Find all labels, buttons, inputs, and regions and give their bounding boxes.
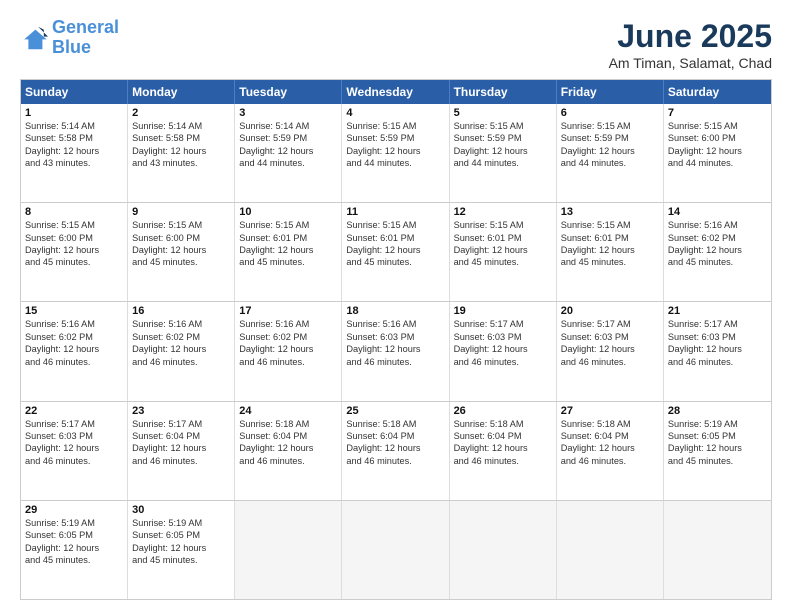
week-row-5: 29 Sunrise: 5:19 AMSunset: 6:05 PMDaylig… [21, 500, 771, 599]
cell-jun30: 30 Sunrise: 5:19 AMSunset: 6:05 PMDaylig… [128, 501, 235, 599]
cell-jun28: 28 Sunrise: 5:19 AMSunset: 6:05 PMDaylig… [664, 402, 771, 500]
cell-jun25: 25 Sunrise: 5:18 AMSunset: 6:04 PMDaylig… [342, 402, 449, 500]
cell-empty-5 [664, 501, 771, 599]
cell-jun29: 29 Sunrise: 5:19 AMSunset: 6:05 PMDaylig… [21, 501, 128, 599]
cell-jun12: 12 Sunrise: 5:15 AMSunset: 6:01 PMDaylig… [450, 203, 557, 301]
calendar-header: Sunday Monday Tuesday Wednesday Thursday… [21, 80, 771, 104]
cell-jun4: 4 Sunrise: 5:15 AMSunset: 5:59 PMDayligh… [342, 104, 449, 202]
cell-jun19: 19 Sunrise: 5:17 AMSunset: 6:03 PMDaylig… [450, 302, 557, 400]
logo-line2: Blue [52, 37, 91, 57]
cell-jun23: 23 Sunrise: 5:17 AMSunset: 6:04 PMDaylig… [128, 402, 235, 500]
cell-jun26: 26 Sunrise: 5:18 AMSunset: 6:04 PMDaylig… [450, 402, 557, 500]
cell-jun6: 6 Sunrise: 5:15 AMSunset: 5:59 PMDayligh… [557, 104, 664, 202]
cell-jun3: 3 Sunrise: 5:14 AMSunset: 5:59 PMDayligh… [235, 104, 342, 202]
header-tuesday: Tuesday [235, 80, 342, 104]
calendar-title: June 2025 [609, 18, 772, 55]
cell-jun13: 13 Sunrise: 5:15 AMSunset: 6:01 PMDaylig… [557, 203, 664, 301]
page: General Blue June 2025 Am Timan, Salamat… [0, 0, 792, 612]
cell-jun11: 11 Sunrise: 5:15 AMSunset: 6:01 PMDaylig… [342, 203, 449, 301]
cell-jun14: 14 Sunrise: 5:16 AMSunset: 6:02 PMDaylig… [664, 203, 771, 301]
cell-jun1: 1 Sunrise: 5:14 AMSunset: 5:58 PMDayligh… [21, 104, 128, 202]
calendar-body: 1 Sunrise: 5:14 AMSunset: 5:58 PMDayligh… [21, 104, 771, 599]
cell-jun22: 22 Sunrise: 5:17 AMSunset: 6:03 PMDaylig… [21, 402, 128, 500]
cell-empty-3 [450, 501, 557, 599]
week-row-3: 15 Sunrise: 5:16 AMSunset: 6:02 PMDaylig… [21, 301, 771, 400]
cell-jun2: 2 Sunrise: 5:14 AMSunset: 5:58 PMDayligh… [128, 104, 235, 202]
cell-jun27: 27 Sunrise: 5:18 AMSunset: 6:04 PMDaylig… [557, 402, 664, 500]
logo-text: General Blue [52, 18, 119, 58]
cell-empty-4 [557, 501, 664, 599]
title-block: June 2025 Am Timan, Salamat, Chad [609, 18, 772, 71]
header-friday: Friday [557, 80, 664, 104]
header-thursday: Thursday [450, 80, 557, 104]
cell-jun18: 18 Sunrise: 5:16 AMSunset: 6:03 PMDaylig… [342, 302, 449, 400]
cell-empty-2 [342, 501, 449, 599]
week-row-2: 8 Sunrise: 5:15 AMSunset: 6:00 PMDayligh… [21, 202, 771, 301]
header: General Blue June 2025 Am Timan, Salamat… [20, 18, 772, 71]
calendar: Sunday Monday Tuesday Wednesday Thursday… [20, 79, 772, 600]
cell-jun21: 21 Sunrise: 5:17 AMSunset: 6:03 PMDaylig… [664, 302, 771, 400]
cell-jun24: 24 Sunrise: 5:18 AMSunset: 6:04 PMDaylig… [235, 402, 342, 500]
cell-jun20: 20 Sunrise: 5:17 AMSunset: 6:03 PMDaylig… [557, 302, 664, 400]
cell-jun7: 7 Sunrise: 5:15 AMSunset: 6:00 PMDayligh… [664, 104, 771, 202]
cell-empty-1 [235, 501, 342, 599]
cell-jun15: 15 Sunrise: 5:16 AMSunset: 6:02 PMDaylig… [21, 302, 128, 400]
cell-jun10: 10 Sunrise: 5:15 AMSunset: 6:01 PMDaylig… [235, 203, 342, 301]
cell-jun9: 9 Sunrise: 5:15 AMSunset: 6:00 PMDayligh… [128, 203, 235, 301]
logo: General Blue [20, 18, 119, 58]
header-wednesday: Wednesday [342, 80, 449, 104]
cell-jun16: 16 Sunrise: 5:16 AMSunset: 6:02 PMDaylig… [128, 302, 235, 400]
header-saturday: Saturday [664, 80, 771, 104]
cell-jun8: 8 Sunrise: 5:15 AMSunset: 6:00 PMDayligh… [21, 203, 128, 301]
cell-jun17: 17 Sunrise: 5:16 AMSunset: 6:02 PMDaylig… [235, 302, 342, 400]
logo-icon [20, 24, 48, 52]
logo-line1: General [52, 17, 119, 37]
cell-jun5: 5 Sunrise: 5:15 AMSunset: 5:59 PMDayligh… [450, 104, 557, 202]
week-row-4: 22 Sunrise: 5:17 AMSunset: 6:03 PMDaylig… [21, 401, 771, 500]
header-sunday: Sunday [21, 80, 128, 104]
calendar-subtitle: Am Timan, Salamat, Chad [609, 55, 772, 71]
week-row-1: 1 Sunrise: 5:14 AMSunset: 5:58 PMDayligh… [21, 104, 771, 202]
header-monday: Monday [128, 80, 235, 104]
